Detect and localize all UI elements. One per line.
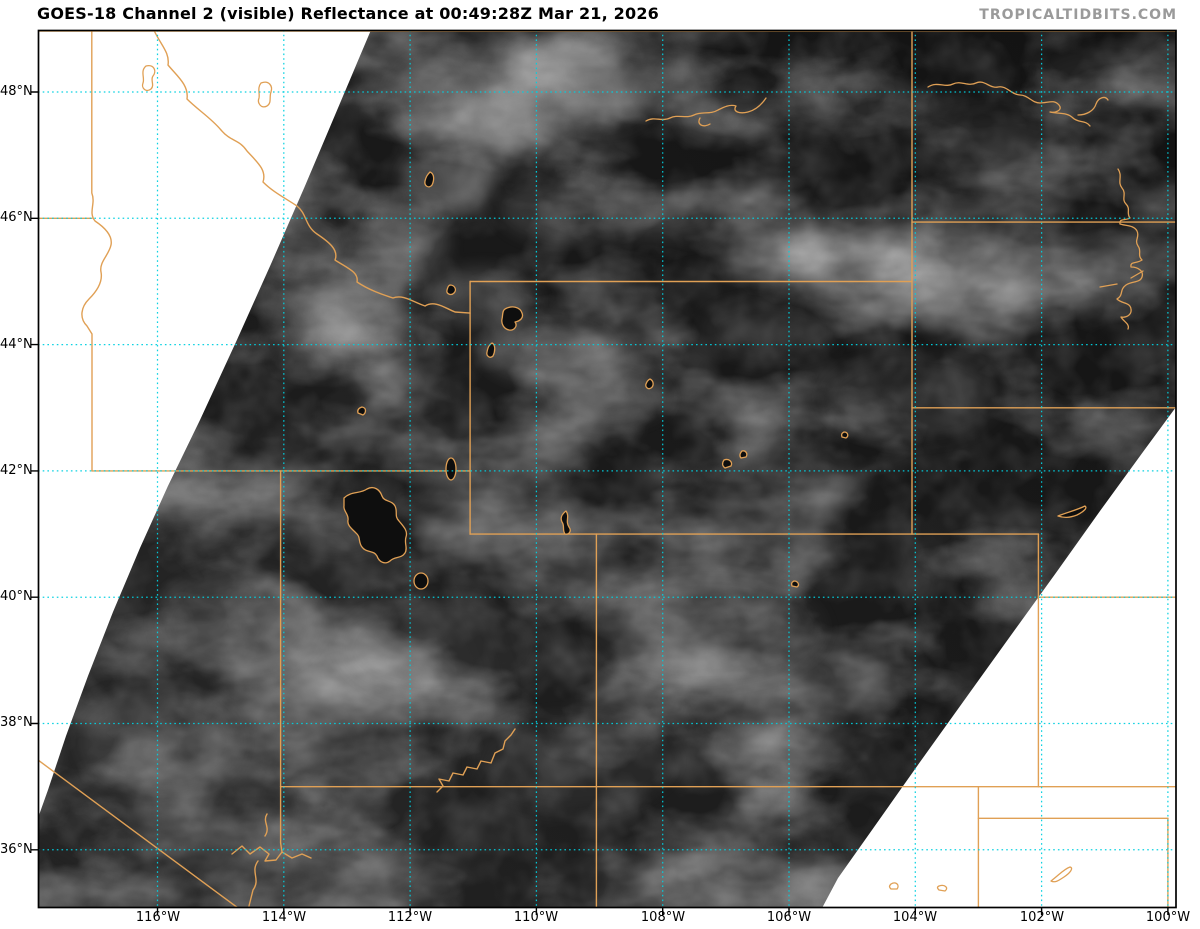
satellite-map-canvas xyxy=(0,0,1200,929)
ute-reservoir xyxy=(938,885,947,891)
lon-tick-label: 100°W xyxy=(1136,910,1200,926)
lon-tick-label: 108°W xyxy=(631,910,695,926)
american-falls-reservoir xyxy=(358,407,366,415)
lon-tick-label: 106°W xyxy=(757,910,821,926)
conchas-lake xyxy=(890,883,899,889)
lat-tick-label: 42°N xyxy=(0,463,29,479)
bear-lake xyxy=(446,458,456,480)
utah-lake xyxy=(414,573,428,589)
lon-tick-label: 110°W xyxy=(504,910,568,926)
lon-tick-label: 112°W xyxy=(378,910,442,926)
lat-tick-label: 46°N xyxy=(0,210,29,226)
lon-tick-label: 116°W xyxy=(126,910,190,926)
satellite-swath xyxy=(0,30,1180,908)
plot-area xyxy=(0,30,1180,908)
lon-tick-label: 104°W xyxy=(883,910,947,926)
lat-tick-label: 44°N xyxy=(0,337,29,353)
lat-tick-label: 38°N xyxy=(0,715,29,731)
tropicaltidbits-watermark: TROPICALTIDBITS.COM xyxy=(979,7,1177,23)
lake-granby xyxy=(792,581,799,587)
seminoe-reservoir xyxy=(740,451,747,458)
lake-meredith xyxy=(1051,867,1072,882)
lat-tick-label: 36°N xyxy=(0,842,29,858)
flathead-lake xyxy=(258,82,271,107)
pathfinder-reservoir xyxy=(723,459,732,468)
glendo-reservoir xyxy=(842,432,848,438)
lon-tick-label: 102°W xyxy=(1010,910,1074,926)
lon-tick-label: 114°W xyxy=(252,910,316,926)
lat-tick-label: 48°N xyxy=(0,84,29,100)
hebgen-lake xyxy=(447,285,456,294)
wa-id-or-border xyxy=(82,31,111,471)
lake-pend-oreille xyxy=(143,66,155,91)
lat-tick-label: 40°N xyxy=(0,589,29,605)
page-title: GOES-18 Channel 2 (visible) Reflectance … xyxy=(37,4,659,23)
cloud-texture xyxy=(0,30,1180,908)
satellite-map-page: GOES-18 Channel 2 (visible) Reflectance … xyxy=(0,0,1200,929)
